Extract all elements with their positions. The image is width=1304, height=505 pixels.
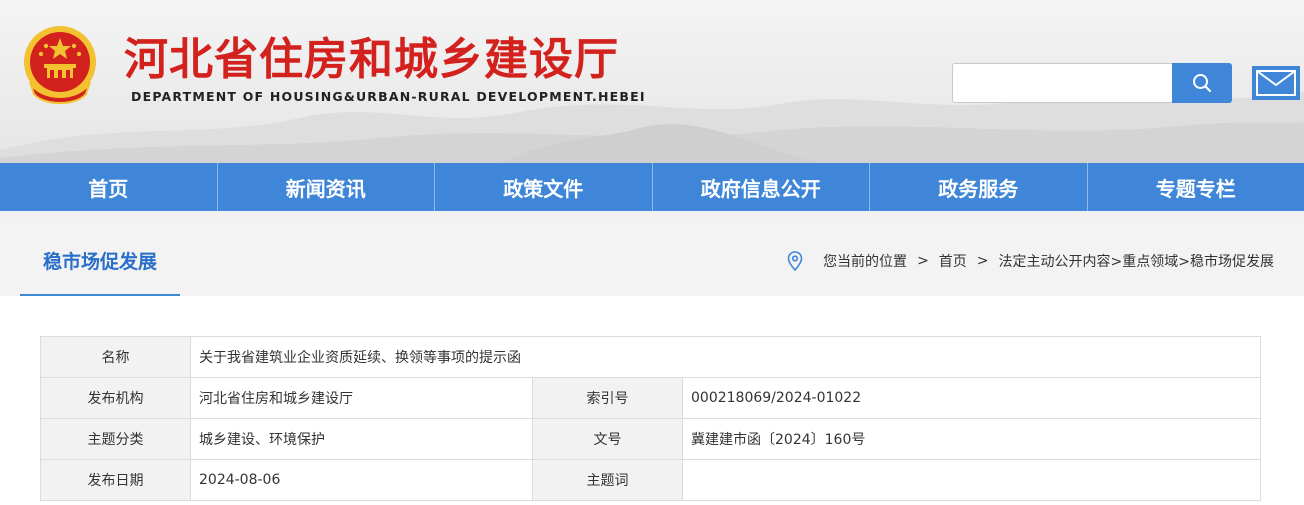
table-row: 主题分类 城乡建设、环境保护 文号 冀建建市函〔2024〕160号: [40, 418, 1261, 460]
breadcrumb-prefix: 您当前的位置: [823, 254, 908, 270]
publisher-label: 发布机构: [40, 377, 191, 419]
docno-value: 冀建建市函〔2024〕160号: [682, 418, 1261, 460]
breadcrumb-home[interactable]: 首页: [939, 251, 967, 271]
column-header: 稳市场促发展 您当前的位置 > 首页 > 法定主动公开内容>重点领域>稳市场促发…: [0, 226, 1304, 296]
keyword-value: [682, 459, 1261, 501]
docno-label: 文号: [532, 418, 683, 460]
date-label: 发布日期: [40, 459, 191, 501]
nav-item-services[interactable]: 政务服务: [870, 163, 1088, 211]
publisher-value: 河北省住房和城乡建设厅: [190, 377, 533, 419]
national-emblem-icon: [24, 26, 96, 104]
table-row: 名称 关于我省建筑业企业资质延续、换领等事项的提示函: [40, 336, 1261, 378]
table-row: 发布日期 2024-08-06 主题词: [40, 459, 1261, 501]
search-input[interactable]: [952, 63, 1172, 103]
main-nav: 首页 新闻资讯 政策文件 政府信息公开 政务服务 专题专栏: [0, 163, 1304, 211]
date-value: 2024-08-06: [190, 459, 533, 501]
breadcrumb-path[interactable]: 法定主动公开内容>重点领域>稳市场促发展: [999, 251, 1274, 271]
breadcrumb: 您当前的位置 > 首页 > 法定主动公开内容>重点领域>稳市场促发展: [787, 226, 1274, 296]
site-header: 河北省住房和城乡建设厅 DEPARTMENT OF HOUSING&URBAN-…: [0, 0, 1304, 163]
site-title: 河北省住房和城乡建设厅: [124, 34, 619, 85]
column-title: 稳市场促发展: [20, 226, 180, 296]
mail-icon: [1256, 70, 1296, 96]
category-label: 主题分类: [40, 418, 191, 460]
index-value: 000218069/2024-01022: [682, 377, 1261, 419]
search-button[interactable]: [1172, 63, 1232, 103]
index-label: 索引号: [532, 377, 683, 419]
nav-item-gov-info[interactable]: 政府信息公开: [653, 163, 870, 211]
name-label: 名称: [40, 336, 191, 378]
nav-item-topics[interactable]: 专题专栏: [1088, 163, 1304, 211]
category-value: 城乡建设、环境保护: [190, 418, 533, 460]
nav-item-home[interactable]: 首页: [0, 163, 218, 211]
document-info-table: 名称 关于我省建筑业企业资质延续、换领等事项的提示函 发布机构 河北省住房和城乡…: [40, 336, 1261, 501]
mail-button[interactable]: [1252, 66, 1300, 100]
nav-item-policy[interactable]: 政策文件: [435, 163, 653, 211]
keyword-label: 主题词: [532, 459, 683, 501]
header-spacer: [0, 211, 1304, 226]
table-row: 发布机构 河北省住房和城乡建设厅 索引号 000218069/2024-0102…: [40, 377, 1261, 419]
name-value: 关于我省建筑业企业资质延续、换领等事项的提示函: [190, 336, 1261, 378]
site-subtitle: DEPARTMENT OF HOUSING&URBAN-RURAL DEVELO…: [131, 89, 646, 104]
location-pin-icon: [787, 251, 803, 271]
search-icon: [1193, 74, 1212, 93]
nav-item-news[interactable]: 新闻资讯: [218, 163, 435, 211]
